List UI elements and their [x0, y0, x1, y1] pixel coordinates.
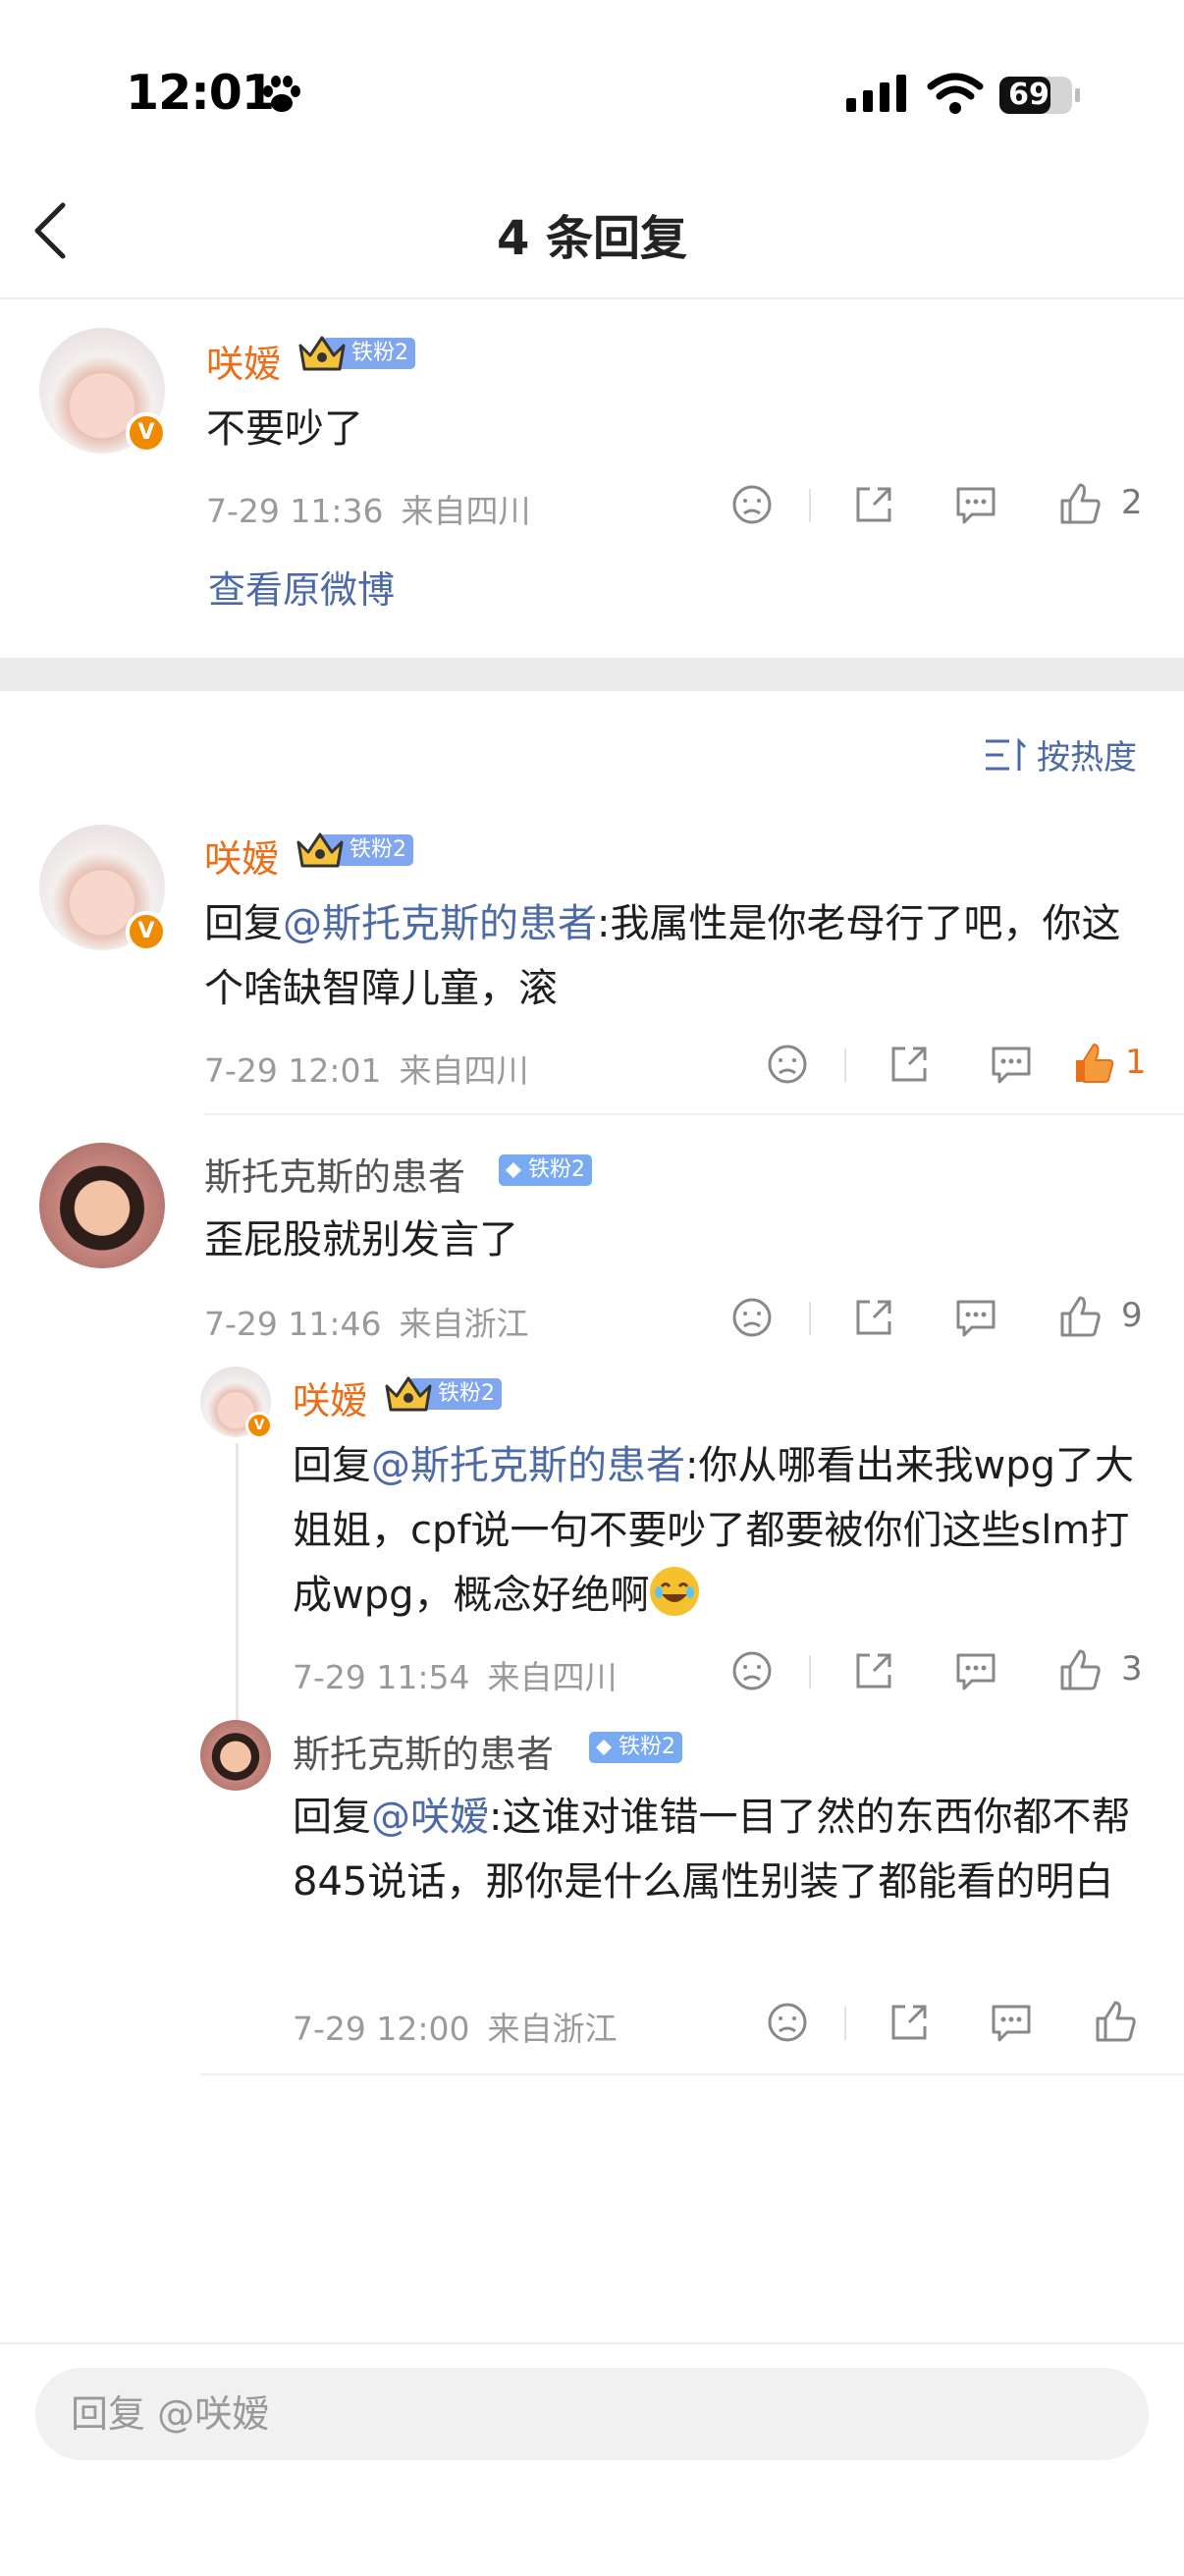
- comment-icon[interactable]: [984, 1037, 1039, 1092]
- share-icon[interactable]: [846, 477, 901, 532]
- share-icon[interactable]: [846, 1643, 901, 1698]
- mention-link[interactable]: @斯托克斯的患者: [371, 1443, 685, 1488]
- fan-badge: 铁粉2: [499, 1154, 592, 1186]
- crown-icon: [385, 1376, 432, 1412]
- divider: [204, 1113, 1184, 1115]
- comment-meta: 7-29 12:01 来自四川: [204, 1051, 529, 1090]
- paw-icon: [263, 76, 300, 112]
- action-bar: 9: [725, 1290, 1157, 1345]
- section-divider: [0, 658, 1184, 691]
- comment-meta: 7-29 11:54 来自四川: [293, 1658, 618, 1696]
- dislike-icon[interactable]: [725, 477, 780, 532]
- status-bar: 12:01 69: [0, 0, 1184, 172]
- crown-icon: [296, 832, 344, 868]
- view-original-link[interactable]: 查看原微博: [208, 560, 395, 614]
- avatar[interactable]: [39, 1143, 165, 1268]
- comment-text: 回复@斯托克斯的患者:你从哪看出来我wpg了大姐姐，cpf说一句不要吵了都要被你…: [293, 1443, 1134, 1618]
- verified-icon: V: [126, 911, 167, 952]
- action-bar: [760, 1995, 1172, 2050]
- status-time: 12:01: [126, 65, 275, 121]
- share-icon[interactable]: [846, 1290, 901, 1345]
- comment-icon[interactable]: [984, 1995, 1039, 2050]
- author-name[interactable]: 咲嫒: [204, 829, 279, 883]
- fan-badge: 铁粉2: [296, 336, 415, 371]
- battery-level: 69: [1008, 78, 1049, 112]
- dislike-icon[interactable]: [725, 1290, 780, 1345]
- wifi-icon: [927, 73, 984, 114]
- comment-icon[interactable]: [948, 477, 1003, 532]
- like-count: 9: [1121, 1296, 1143, 1335]
- laughing-emoji-icon: [649, 1567, 699, 1616]
- like-icon[interactable]: [1088, 1995, 1143, 2050]
- share-icon[interactable]: [882, 1995, 937, 2050]
- top-nav: 4 条回复: [0, 172, 1184, 299]
- sort-icon: [986, 736, 1027, 771]
- comment-icon[interactable]: [948, 1290, 1003, 1345]
- like-count: 2: [1121, 483, 1143, 522]
- action-bar: 2: [725, 477, 1157, 532]
- comment-meta: 7-29 11:46 来自浙江: [204, 1305, 529, 1343]
- mention-link[interactable]: @咲嫒: [371, 1795, 489, 1840]
- comment-text: 回复@斯托克斯的患者:我属性是你老母行了吧，你这个啥缺智障儿童，滚: [204, 901, 1121, 1011]
- reply-bar: 回复 @咲嫒: [0, 2342, 1184, 2576]
- verified-icon: V: [245, 1412, 273, 1439]
- fan-badge: 铁粉2: [589, 1732, 682, 1763]
- page-title: 4 条回复: [496, 211, 688, 266]
- divider: [200, 2073, 1184, 2075]
- author-name[interactable]: 斯托克斯的患者: [293, 1724, 554, 1778]
- verified-icon: V: [126, 412, 167, 454]
- avatar[interactable]: V: [39, 825, 167, 952]
- author-name[interactable]: 斯托克斯的患者: [204, 1147, 465, 1201]
- author-name[interactable]: 咲嫒: [293, 1370, 367, 1424]
- signal-icon: [846, 75, 906, 112]
- like-icon-active[interactable]: [1066, 1037, 1121, 1092]
- comment-meta: 7-29 12:00 来自浙江: [293, 2010, 618, 2048]
- thread-line: [236, 1443, 239, 1728]
- fan-badge: 铁粉2: [295, 832, 413, 868]
- fan-badge: 铁粉2: [383, 1376, 502, 1412]
- like-count: 1: [1125, 1043, 1147, 1082]
- diamond-icon: [596, 1740, 612, 1755]
- dislike-icon[interactable]: [760, 1037, 815, 1092]
- like-icon[interactable]: [1052, 1290, 1107, 1345]
- avatar[interactable]: V: [39, 328, 167, 454]
- comment-icon[interactable]: [948, 1643, 1003, 1698]
- author-name[interactable]: 咲嫒: [206, 334, 281, 388]
- action-bar: 3: [725, 1643, 1157, 1698]
- comment-meta: 7-29 11:36 来自四川: [206, 492, 531, 530]
- share-icon[interactable]: [882, 1037, 937, 1092]
- dislike-icon[interactable]: [725, 1643, 780, 1698]
- diamond-icon: [506, 1162, 521, 1178]
- mention-link[interactable]: @斯托克斯的患者: [283, 901, 597, 946]
- avatar[interactable]: [200, 1720, 271, 1791]
- dislike-icon[interactable]: [760, 1995, 815, 2050]
- like-icon[interactable]: [1052, 1643, 1107, 1698]
- reply-input[interactable]: 回复 @咲嫒: [35, 2368, 1149, 2460]
- comment-text: 回复@咲嫒:这谁对谁错一目了然的东西你都不帮845说话，那你是什么属性别装了都能…: [293, 1795, 1131, 1905]
- avatar[interactable]: V: [200, 1367, 273, 1439]
- comment-text: 歪屁股就别发言了: [204, 1217, 518, 1262]
- sort-by-hot[interactable]: 按热度: [984, 730, 1137, 778]
- like-icon[interactable]: [1052, 477, 1107, 532]
- comment-text: 不要吵了: [206, 406, 363, 452]
- action-bar: 1: [760, 1037, 1172, 1092]
- like-count: 3: [1121, 1649, 1143, 1689]
- crown-icon: [298, 336, 346, 371]
